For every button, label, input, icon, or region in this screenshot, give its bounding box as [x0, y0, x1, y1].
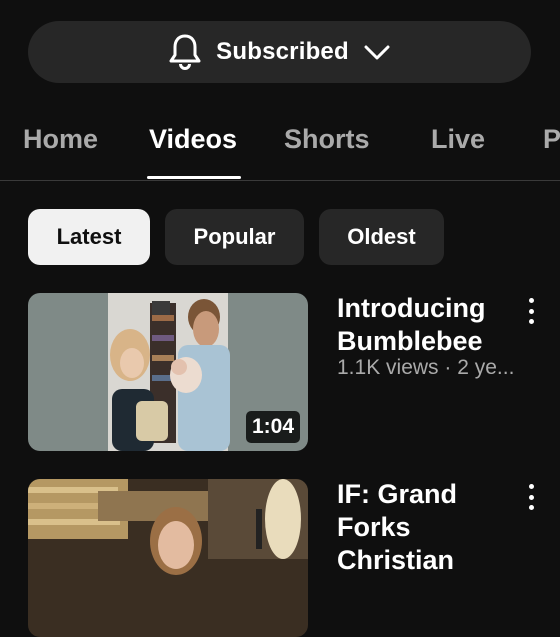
- more-options-icon[interactable]: [522, 296, 540, 326]
- tab-videos[interactable]: Videos: [149, 124, 237, 155]
- subscribed-button[interactable]: Subscribed: [28, 21, 531, 83]
- video-title[interactable]: IF: Grand Forks Christian: [337, 478, 517, 577]
- video-title[interactable]: Introducing Bumblebee: [337, 292, 517, 358]
- video-thumbnail[interactable]: 1:04: [28, 293, 308, 451]
- tab-home[interactable]: Home: [23, 124, 98, 155]
- chip-popular[interactable]: Popular: [165, 209, 304, 265]
- bell-icon: [168, 33, 202, 71]
- chevron-down-icon: [363, 42, 391, 62]
- subscribed-label: Subscribed: [216, 38, 349, 65]
- chip-latest[interactable]: Latest: [28, 209, 150, 265]
- channel-tabs: Home Videos Shorts Live P: [0, 100, 560, 181]
- thumbnail-image: [28, 479, 308, 637]
- video-duration: 1:04: [245, 411, 300, 443]
- more-options-icon[interactable]: [522, 482, 540, 512]
- active-tab-indicator: [147, 176, 241, 179]
- tab-shorts[interactable]: Shorts: [284, 124, 370, 155]
- chip-oldest[interactable]: Oldest: [319, 209, 444, 265]
- video-meta: 1.1K views · 2 ye...: [337, 356, 515, 379]
- tab-live[interactable]: Live: [431, 124, 485, 155]
- video-thumbnail[interactable]: [28, 479, 308, 637]
- tab-partial[interactable]: P: [543, 124, 560, 155]
